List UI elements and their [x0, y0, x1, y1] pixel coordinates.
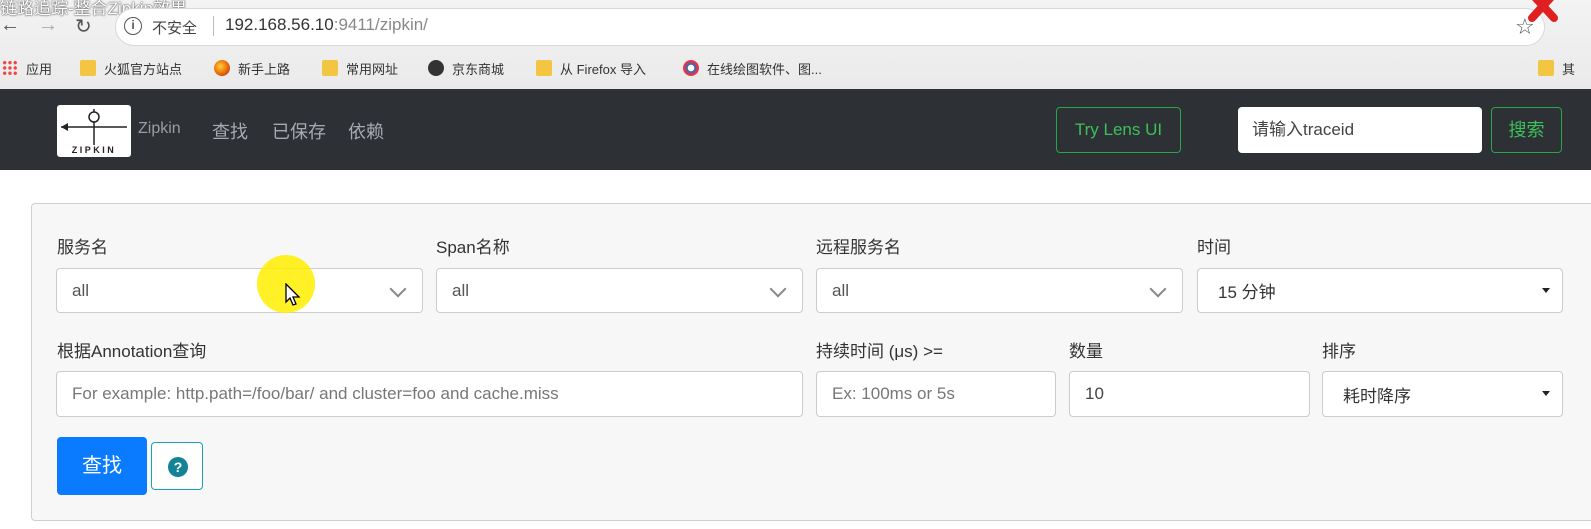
bookmark-item[interactable]: 在线绘图软件、图... — [683, 56, 822, 80]
search-form-panel — [31, 203, 1591, 521]
remote-service-label: 远程服务名 — [816, 238, 901, 257]
time-value: 15 分钟 — [1218, 283, 1276, 302]
limit-label: 数量 — [1069, 342, 1103, 361]
bookmark-overflow[interactable]: 其 — [1538, 56, 1575, 80]
forward-icon[interactable]: → — [38, 14, 58, 37]
zipkin-navbar: ZIPKIN Zipkin 查找 已保存 依赖 Try Lens UI 搜索 — [0, 89, 1591, 170]
bookmarks-bar: 应用 火狐官方站点 新手上路 常用网址 京东商城 从 Firefox 导入 在线… — [0, 56, 1591, 80]
help-button[interactable]: ? — [151, 442, 203, 490]
reload-icon[interactable]: ↻ — [75, 14, 92, 39]
bookmark-item[interactable]: 新手上路 — [214, 56, 290, 80]
close-icon[interactable] — [1524, 0, 1564, 28]
processon-icon — [683, 60, 699, 76]
url-path: :9411/zipkin/ — [333, 15, 428, 34]
duration-label: 持续时间 (μs) >= — [816, 342, 943, 361]
caret-down-icon — [1542, 391, 1550, 396]
duration-input[interactable]: Ex: 100ms or 5s — [816, 371, 1056, 417]
zipkin-logo-icon — [61, 109, 127, 145]
limit-value: 10 — [1085, 384, 1104, 403]
bookmark-item[interactable]: 从 Firefox 导入 — [536, 56, 646, 80]
bookmark-item[interactable]: 常用网址 — [322, 56, 398, 80]
span-name-select[interactable]: all — [436, 268, 803, 313]
chevron-down-icon — [769, 280, 787, 298]
logo-text: ZIPKIN — [71, 145, 117, 155]
firefox-icon — [214, 60, 230, 76]
security-label: 不安全 — [152, 20, 198, 37]
search-button[interactable]: 搜索 — [1491, 107, 1562, 153]
chevron-down-icon — [1149, 280, 1167, 298]
service-name-label: 服务名 — [57, 238, 108, 257]
url-host: 192.168.56.10 — [225, 15, 334, 34]
annotation-query-label: 根据Annotation查询 — [57, 342, 207, 361]
duration-placeholder: Ex: 100ms or 5s — [832, 384, 955, 403]
address-divider — [213, 16, 214, 36]
remote-service-select[interactable]: all — [816, 268, 1183, 313]
service-name-value: all — [72, 280, 90, 300]
limit-input[interactable]: 10 — [1069, 371, 1310, 417]
span-name-value: all — [452, 280, 470, 300]
mouse-pointer-icon — [285, 283, 301, 306]
chevron-down-icon — [389, 280, 407, 298]
back-icon[interactable]: ← — [0, 14, 20, 37]
nav-saved[interactable]: 已保存 — [272, 118, 326, 144]
info-icon[interactable]: i — [124, 17, 142, 35]
folder-icon — [1538, 60, 1554, 76]
bookmark-item[interactable]: 京东商城 — [428, 56, 504, 80]
question-icon: ? — [168, 457, 188, 477]
folder-icon — [536, 60, 552, 76]
try-lens-ui-button[interactable]: Try Lens UI — [1056, 107, 1181, 153]
traceid-input[interactable] — [1238, 107, 1482, 153]
folder-icon — [80, 60, 96, 76]
bookmark-item[interactable]: 应用 — [2, 56, 52, 80]
zipkin-logo[interactable]: ZIPKIN — [57, 105, 131, 157]
find-button[interactable]: 查找 — [57, 437, 147, 495]
folder-icon — [322, 60, 338, 76]
browser-chrome: 链路追踪-整合Zipkin效果 ← → ↻ i 不安全 192.168.56.1… — [0, 0, 1591, 89]
nav-dependencies[interactable]: 依赖 — [348, 118, 384, 144]
remote-service-value: all — [832, 280, 850, 300]
brand-name[interactable]: Zipkin — [138, 120, 181, 138]
service-name-select[interactable]: all — [56, 268, 423, 313]
nav-find[interactable]: 查找 — [212, 118, 248, 144]
sort-label: 排序 — [1322, 342, 1356, 361]
sort-value: 耗时降序 — [1343, 386, 1411, 406]
url-text[interactable]: 192.168.56.10:9411/zipkin/ — [225, 15, 428, 35]
annotation-query-input[interactable]: For example: http.path=/foo/bar/ and clu… — [56, 371, 803, 417]
bookmark-item[interactable]: 火狐官方站点 — [80, 56, 182, 80]
sort-select[interactable]: 耗时降序 — [1322, 371, 1563, 417]
caret-down-icon — [1542, 288, 1550, 293]
apps-grid-icon — [2, 60, 18, 76]
annotation-placeholder: For example: http.path=/foo/bar/ and clu… — [72, 384, 559, 403]
globe-icon — [428, 60, 444, 76]
time-label: 时间 — [1197, 238, 1231, 257]
span-name-label: Span名称 — [436, 238, 510, 257]
time-select[interactable]: 15 分钟 — [1197, 268, 1563, 313]
